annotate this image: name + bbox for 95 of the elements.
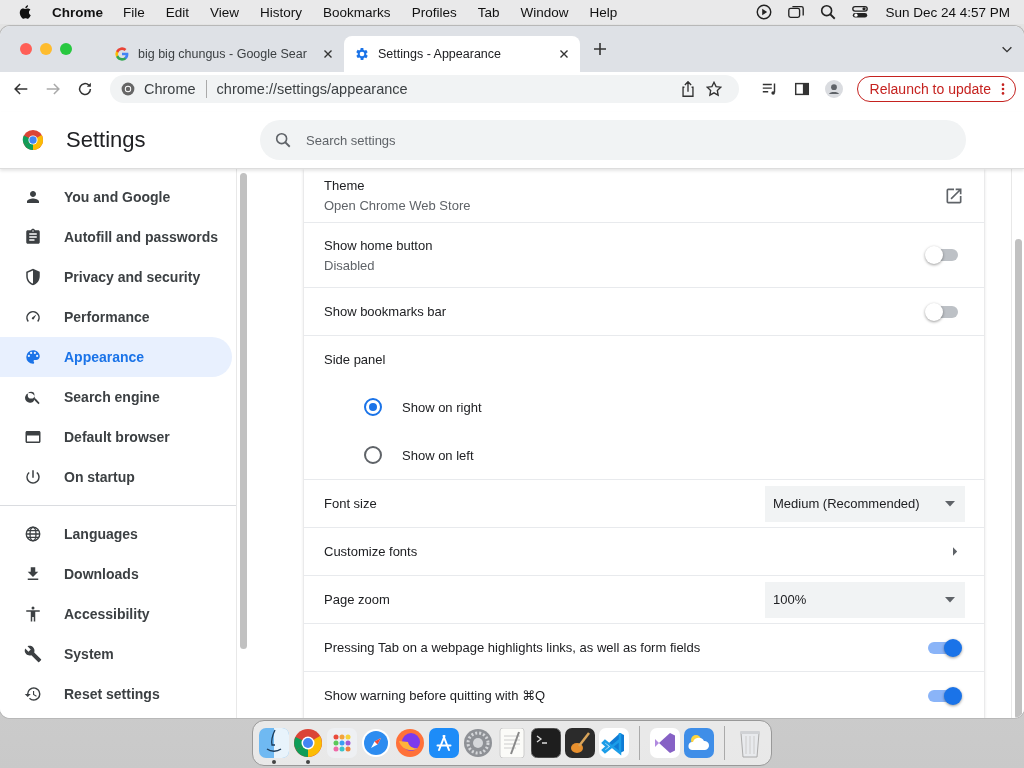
sidebar-item[interactable]: On startup	[0, 457, 232, 497]
sidebar-item[interactable]: Appearance	[0, 337, 232, 377]
setting-label: Show warning before quitting with ⌘Q	[324, 688, 547, 703]
radio-button[interactable]	[364, 446, 382, 464]
menu-item[interactable]: Tab	[477, 4, 500, 20]
sidebar-item[interactable]: Reset settings	[0, 674, 232, 714]
scrollbar[interactable]	[236, 169, 249, 718]
address-bar[interactable]: Chrome chrome://settings/appearance	[110, 75, 739, 103]
reload-icon[interactable]	[76, 80, 94, 98]
toggle-switch[interactable]	[928, 305, 958, 318]
sidebar-item[interactable]: Accessibility	[0, 594, 232, 634]
shield-icon	[24, 268, 42, 286]
setting-label: Show bookmarks bar	[324, 304, 448, 319]
person-icon	[24, 188, 42, 206]
finder-icon[interactable]	[259, 727, 289, 758]
relaunch-button[interactable]: Relaunch to update	[856, 76, 1016, 102]
accessibility-icon	[24, 605, 42, 623]
menu-item[interactable]: History	[260, 4, 303, 20]
browser-window-icon	[24, 428, 42, 446]
google-icon	[114, 46, 130, 62]
code-editor-icon[interactable]	[599, 727, 629, 758]
toggle-switch[interactable]	[928, 249, 958, 261]
close-icon[interactable]	[558, 48, 570, 60]
browser-tab[interactable]: big big chungus - Google Sear	[104, 36, 344, 72]
side-panel-icon[interactable]	[792, 80, 811, 98]
dropdown-arrow-icon	[945, 500, 955, 507]
sidebar-item[interactable]: You and Google	[0, 177, 232, 217]
menu-item[interactable]: File	[123, 4, 145, 20]
new-tab-icon[interactable]	[592, 41, 608, 57]
more-icon	[1001, 82, 1005, 96]
clock: Sun Dec 24 4:57 PM	[885, 4, 1010, 20]
close-icon[interactable]	[322, 48, 334, 60]
chrome-icon	[120, 81, 136, 97]
compass-icon[interactable]	[361, 727, 391, 758]
dropdown[interactable]: 100%	[765, 581, 965, 618]
ide-icon[interactable]	[650, 727, 680, 758]
setting-description: Disabled	[324, 257, 376, 273]
menu-item[interactable]: Profiles	[411, 4, 457, 20]
power-icon	[24, 468, 42, 486]
star-icon[interactable]	[704, 80, 723, 98]
setting-label: Show home button	[324, 237, 434, 253]
tab-title: Settings - Appearance	[378, 47, 502, 61]
wrench-icon	[24, 645, 42, 663]
sidebar-item[interactable]: Default browser	[0, 417, 232, 457]
app-menu[interactable]: Chrome	[52, 4, 103, 20]
search-icon[interactable]	[819, 3, 838, 21]
play-icon[interactable]	[755, 3, 774, 21]
setting-label: Pressing Tab on a webpage highlights links, as well as form fields	[324, 640, 702, 655]
chrome-logo-icon	[22, 129, 44, 151]
dropdown-arrow-icon	[945, 596, 955, 603]
scrollbar[interactable]	[1011, 169, 1024, 718]
terminal-icon[interactable]	[531, 727, 561, 758]
gear-icon[interactable]	[463, 727, 493, 758]
setting-label: Font size	[324, 496, 378, 511]
sidebar-item[interactable]: Performance	[0, 297, 232, 337]
chrome-icon[interactable]	[293, 727, 323, 758]
app-store-icon[interactable]	[429, 727, 459, 758]
history-icon	[24, 685, 42, 703]
sidebar-item[interactable]: Privacy and security	[0, 257, 232, 297]
setting-label: Page zoom	[324, 592, 391, 607]
radio-label: Show on left	[402, 447, 474, 463]
site-label: Chrome	[144, 81, 196, 97]
clipboard-icon	[24, 228, 42, 246]
menu-item[interactable]: Edit	[165, 4, 190, 20]
sidebar-item[interactable]: Downloads	[0, 554, 232, 594]
chevron-right-icon[interactable]	[953, 547, 958, 556]
palette-icon	[24, 348, 42, 366]
radio-label: Show on right	[402, 399, 482, 415]
dropdown[interactable]: Medium (Recommended)	[765, 485, 965, 522]
tab-title: big big chungus - Google Sear	[138, 47, 308, 61]
setting-description: Open Chrome Web Store	[324, 198, 472, 213]
search-icon	[274, 131, 292, 149]
windows-icon[interactable]	[787, 3, 806, 21]
guitar-icon[interactable]	[565, 727, 595, 758]
weather-icon[interactable]	[684, 727, 714, 758]
sidebar-item[interactable]: Search engine	[0, 377, 232, 417]
setting-label: Theme	[324, 178, 366, 193]
menu-item[interactable]: Window	[520, 4, 569, 20]
apple-icon[interactable]	[18, 4, 34, 20]
setting-label: Customize fonts	[324, 544, 419, 559]
gear-icon	[354, 46, 370, 62]
menu-item[interactable]: View	[210, 4, 240, 20]
sidebar-item[interactable]: System	[0, 634, 232, 674]
avatar-icon[interactable]	[824, 80, 843, 98]
setting-label: Side panel	[324, 352, 387, 367]
menu-item[interactable]: Bookmarks	[323, 4, 391, 20]
radio-button[interactable]	[364, 398, 382, 416]
browser-tab[interactable]: Settings - Appearance	[344, 36, 580, 72]
sidebar-item[interactable]: Autofill and passwords	[0, 217, 232, 257]
menu-item[interactable]: Help	[589, 4, 618, 20]
url-text: chrome://settings/appearance	[216, 81, 408, 97]
page-title: Settings	[66, 127, 147, 153]
launchpad-icon[interactable]	[327, 727, 357, 758]
globe-icon	[24, 525, 42, 543]
sidebar-item[interactable]: Languages	[0, 514, 232, 554]
